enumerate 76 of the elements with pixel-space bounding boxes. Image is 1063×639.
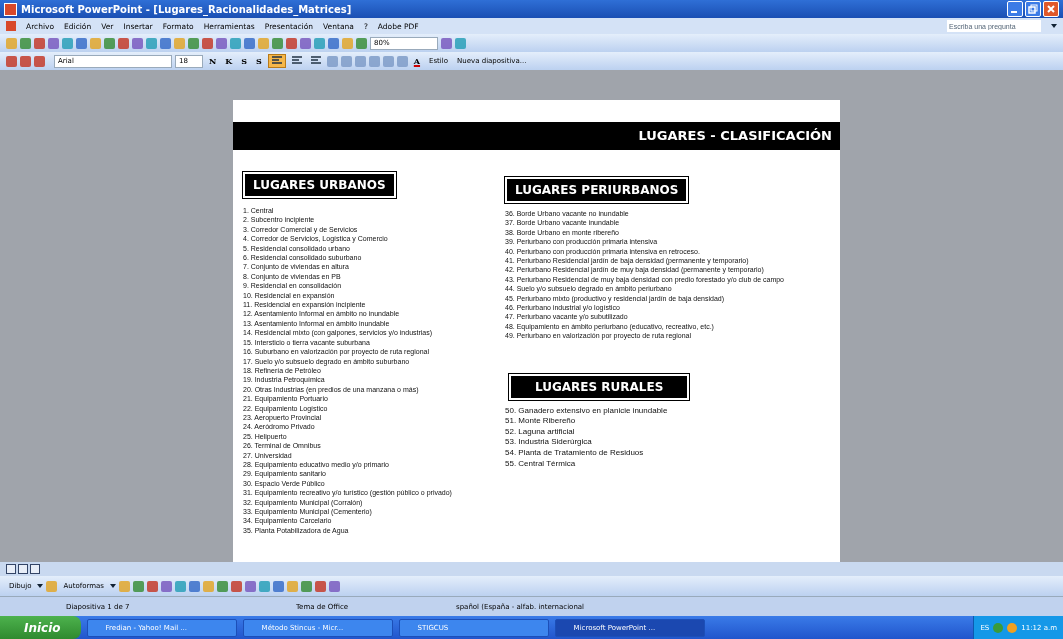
toolbar-icon[interactable]	[132, 580, 144, 592]
caret-icon[interactable]	[1051, 24, 1057, 28]
section-heading: LUGARES URBANOS	[243, 172, 396, 198]
toolbar-icon[interactable]	[118, 37, 129, 49]
toolbar-icon[interactable]	[356, 37, 367, 49]
toolbar-icon[interactable]	[174, 580, 186, 592]
toolbar-icon[interactable]	[20, 37, 31, 49]
toolbar-icon[interactable]	[340, 55, 352, 67]
toolbar-icon[interactable]	[6, 37, 17, 49]
toolbar-icon[interactable]	[202, 37, 213, 49]
toolbar-icon[interactable]	[48, 37, 59, 49]
toolbar-icon[interactable]	[354, 55, 366, 67]
align-icon[interactable]	[267, 54, 286, 68]
list-item: 54. Planta de Tratamiento de Residuos	[505, 448, 645, 459]
toolbar-icon[interactable]	[188, 580, 200, 592]
text-style-button[interactable]: N	[206, 56, 220, 66]
restore-icon[interactable]	[1025, 1, 1041, 17]
toolbar-icon[interactable]	[326, 55, 338, 67]
toolbar-icon[interactable]	[174, 37, 185, 49]
text-style-button[interactable]: S	[238, 56, 251, 66]
toolbar-icon[interactable]	[188, 37, 199, 49]
toolbar-icon[interactable]	[244, 37, 255, 49]
toolbar-icon[interactable]	[244, 580, 256, 592]
toolbar-icon[interactable]	[6, 55, 17, 67]
section-heading: LUGARES RURALES	[509, 373, 690, 400]
toolbar-icon[interactable]	[328, 580, 340, 592]
toolbar-icon[interactable]	[146, 37, 157, 49]
toolbar-icon[interactable]	[286, 37, 297, 49]
toolbar-icon[interactable]	[160, 37, 171, 49]
section-heading: LUGARES PERIURBANOS	[505, 177, 689, 203]
toolbar-icon[interactable]	[396, 55, 408, 67]
toolbar-icon[interactable]	[34, 55, 45, 67]
toolbar-icon[interactable]	[230, 580, 242, 592]
toolbar-icon[interactable]	[20, 55, 31, 67]
minimize-icon[interactable]	[1007, 1, 1023, 17]
toolbar-icon[interactable]	[104, 37, 115, 49]
toolbar-icon[interactable]	[76, 37, 87, 49]
toolbar-icon[interactable]	[272, 37, 283, 49]
toolbar-icon[interactable]	[258, 580, 270, 592]
toolbar-icon[interactable]	[441, 37, 452, 49]
toolbar-icon[interactable]	[132, 37, 143, 49]
toolbar-icon[interactable]	[62, 37, 73, 49]
toolbar-icon[interactable]	[314, 580, 326, 592]
toolbar-icon[interactable]	[328, 37, 339, 49]
toolbar-icon[interactable]	[300, 37, 311, 49]
list-item: 51. Monte Ribereño	[505, 416, 577, 427]
close-icon[interactable]	[1043, 1, 1059, 17]
toolbar-icon[interactable]	[342, 37, 353, 49]
list-item: 52. Laguna artificial	[505, 426, 576, 438]
toolbar-icon[interactable]	[216, 37, 227, 49]
toolbar-icon[interactable]	[368, 55, 380, 67]
toolbar-icon[interactable]	[272, 580, 284, 592]
text-style-button[interactable]: K	[222, 56, 236, 66]
caret-icon[interactable]	[109, 584, 116, 588]
toolbar-icon[interactable]	[34, 37, 45, 49]
toolbar-icon[interactable]	[230, 37, 241, 49]
toolbar-icon[interactable]	[202, 580, 214, 592]
font-color-button[interactable]: A	[410, 56, 424, 66]
toolbar-icon[interactable]	[216, 580, 228, 592]
list-item: 53. Industria Siderúrgica	[505, 437, 593, 449]
toolbar-icon[interactable]	[314, 37, 325, 49]
list-item: 55. Central Térmica	[505, 458, 577, 470]
toolbar-icon[interactable]	[146, 580, 158, 592]
toolbar-icon[interactable]	[90, 37, 101, 49]
slide-header: LUGARES - CLASIFICACIÓN	[233, 122, 840, 150]
window-title: Microsoft PowerPoint - [Lugares_Racionalidades_Matrices]	[21, 3, 352, 15]
app-icon	[4, 2, 17, 16]
toolbar-icon[interactable]	[300, 580, 312, 592]
toolbar-icon[interactable]	[455, 37, 466, 49]
list-item: 50. Ganadero extensivo en planicie inundable	[505, 405, 669, 417]
text-style-button[interactable]: S	[253, 56, 265, 66]
caret-icon[interactable]	[37, 584, 44, 588]
toolbar-icon[interactable]	[286, 580, 298, 592]
toolbar-icon[interactable]	[258, 37, 269, 49]
toolbar-icon[interactable]	[382, 55, 394, 67]
toolbar-icon[interactable]	[160, 580, 172, 592]
